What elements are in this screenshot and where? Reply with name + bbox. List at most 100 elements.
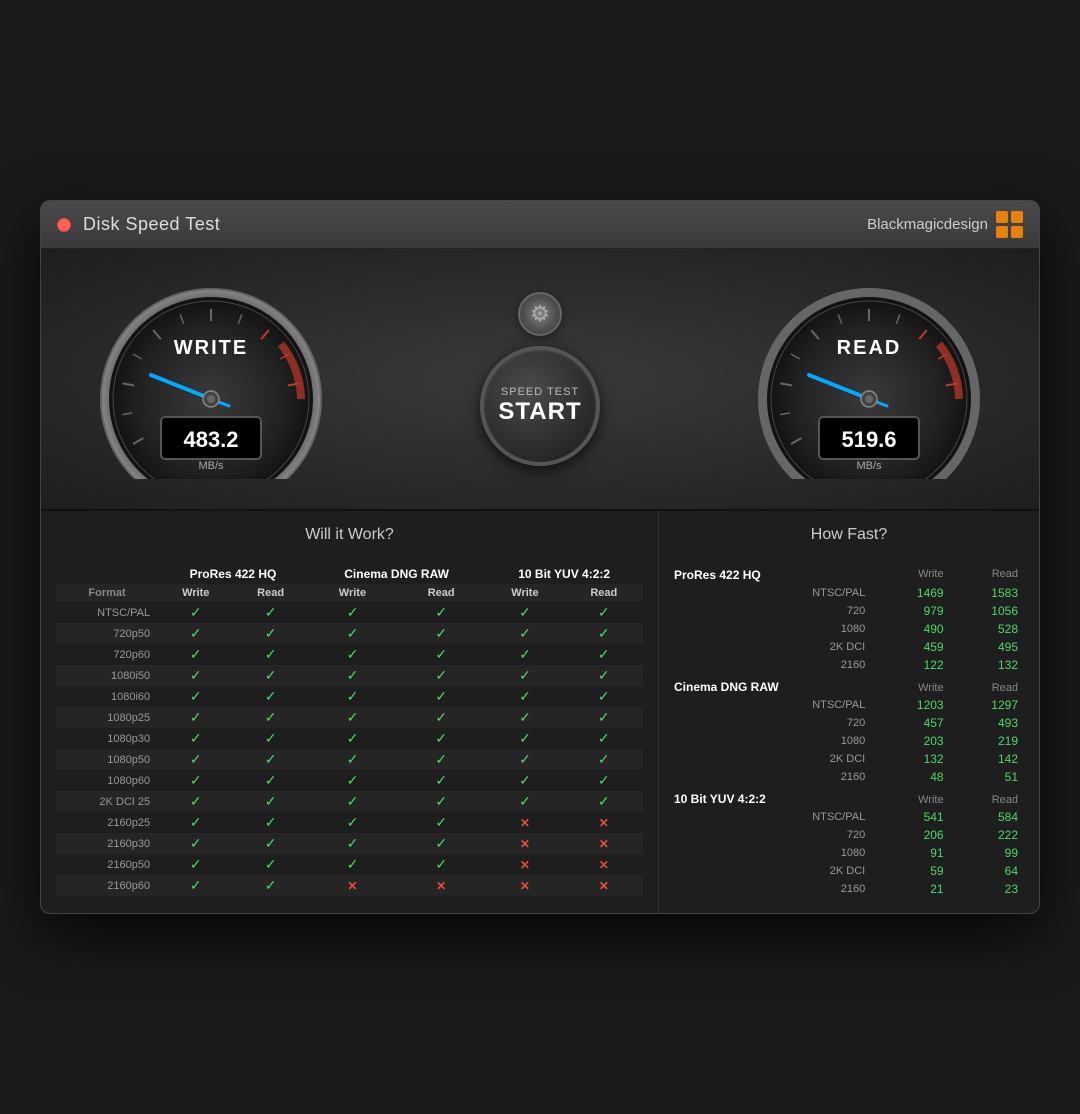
compat-cell: ✓ xyxy=(485,665,564,686)
compat-cell: ✓ xyxy=(485,707,564,728)
check-icon: ✓ xyxy=(435,646,447,662)
compat-cell: ✓ xyxy=(397,854,485,875)
compat-cell: ✕ xyxy=(565,812,643,833)
compat-cell: ✓ xyxy=(397,644,485,665)
check-icon: ✓ xyxy=(265,793,277,809)
compat-row: 720p50✓✓✓✓✓✓ xyxy=(56,623,643,644)
app-window: × Disk Speed Test Blackmagicdesign xyxy=(40,200,1040,914)
cross-icon: ✕ xyxy=(436,879,446,893)
speed-read-col-header: Read xyxy=(950,674,1024,696)
check-icon: ✓ xyxy=(190,772,202,788)
write-gauge-container: WRITE 483 xyxy=(81,279,341,479)
check-icon: ✓ xyxy=(347,604,359,620)
compat-cell: ✓ xyxy=(565,623,643,644)
check-icon: ✓ xyxy=(519,772,531,788)
compat-cell: ✕ xyxy=(397,875,485,896)
speed-row: 2K DCI5964 xyxy=(674,862,1024,880)
compat-cell: ✓ xyxy=(233,812,307,833)
speed-write-value: 206 xyxy=(875,826,949,844)
check-icon: ✓ xyxy=(347,772,359,788)
compat-format-label: 2160p60 xyxy=(56,875,158,896)
check-icon: ✓ xyxy=(435,814,447,830)
check-icon: ✓ xyxy=(347,667,359,683)
check-icon: ✓ xyxy=(519,604,531,620)
compat-cell: ✓ xyxy=(233,665,307,686)
compat-cell: ✓ xyxy=(565,686,643,707)
speed-section-header-row: ProRes 422 HQWriteRead xyxy=(674,564,1024,584)
compat-row: 2K DCI 25✓✓✓✓✓✓ xyxy=(56,791,643,812)
check-icon: ✓ xyxy=(519,646,531,662)
speed-read-value: 1056 xyxy=(950,602,1024,620)
check-icon: ✓ xyxy=(519,688,531,704)
check-icon: ✓ xyxy=(265,877,277,893)
start-button[interactable]: SPEED TEST START xyxy=(480,346,600,466)
compat-cell: ✕ xyxy=(565,875,643,896)
compat-format-label: 1080p25 xyxy=(56,707,158,728)
cross-icon: ✕ xyxy=(520,816,530,830)
check-icon: ✓ xyxy=(435,688,447,704)
speed-format-label: 1080 xyxy=(674,732,875,750)
check-icon: ✓ xyxy=(347,730,359,746)
compat-cell: ✓ xyxy=(308,602,397,623)
compat-row: 2160p25✓✓✓✓✕✕ xyxy=(56,812,643,833)
cross-icon: ✕ xyxy=(520,858,530,872)
check-icon: ✓ xyxy=(519,730,531,746)
compat-cell: ✓ xyxy=(565,791,643,812)
speed-format-label: 2K DCI xyxy=(674,750,875,768)
prores-write-header: Write xyxy=(158,584,233,602)
left-section-header: Will it Work? xyxy=(56,526,643,552)
speed-format-label: 720 xyxy=(674,826,875,844)
compat-row: NTSC/PAL✓✓✓✓✓✓ xyxy=(56,602,643,623)
compat-cell: ✓ xyxy=(308,707,397,728)
compat-format-label: 2160p30 xyxy=(56,833,158,854)
brand-dot-1 xyxy=(996,211,1008,223)
compat-cell: ✓ xyxy=(397,812,485,833)
speed-read-value: 51 xyxy=(950,768,1024,786)
compat-cell: ✓ xyxy=(233,770,307,791)
compat-cell: ✓ xyxy=(565,749,643,770)
check-icon: ✓ xyxy=(190,751,202,767)
app-title: Disk Speed Test xyxy=(83,214,220,235)
check-icon: ✓ xyxy=(598,772,610,788)
check-icon: ✓ xyxy=(190,835,202,851)
compat-format-label: 1080i60 xyxy=(56,686,158,707)
check-icon: ✓ xyxy=(347,814,359,830)
compat-cell: ✓ xyxy=(233,791,307,812)
compat-format-label: 2K DCI 25 xyxy=(56,791,158,812)
start-label-small: SPEED TEST xyxy=(501,386,579,398)
check-icon: ✓ xyxy=(265,646,277,662)
brand-name: Blackmagicdesign xyxy=(867,216,988,233)
brand-dot-2 xyxy=(1011,211,1023,223)
cinema-read-header: Read xyxy=(397,584,485,602)
compat-format-label: 720p50 xyxy=(56,623,158,644)
speed-read-value: 142 xyxy=(950,750,1024,768)
compat-format-label: 2160p25 xyxy=(56,812,158,833)
speed-read-col-header: Read xyxy=(950,564,1024,584)
speed-read-value: 1297 xyxy=(950,696,1024,714)
compat-cell: ✕ xyxy=(308,875,397,896)
read-gauge-container: READ 519.6 MB/s xyxy=(739,279,999,479)
settings-button[interactable]: ⚙ xyxy=(518,292,562,336)
close-button[interactable]: × xyxy=(57,218,71,232)
check-icon: ✓ xyxy=(265,835,277,851)
compat-cell: ✓ xyxy=(308,665,397,686)
compat-head-yuv: 10 Bit YUV 4:2:2 xyxy=(485,564,643,584)
check-icon: ✓ xyxy=(598,751,610,767)
speed-write-value: 459 xyxy=(875,638,949,656)
compat-cell: ✓ xyxy=(308,812,397,833)
speed-row: 2160122132 xyxy=(674,656,1024,674)
compat-cell: ✓ xyxy=(485,770,564,791)
speed-row: NTSC/PAL14691583 xyxy=(674,584,1024,602)
speed-row: 720457493 xyxy=(674,714,1024,732)
compat-cell: ✓ xyxy=(233,833,307,854)
speed-section-name: Cinema DNG RAW xyxy=(674,674,875,696)
compat-cell: ✓ xyxy=(158,854,233,875)
speed-write-value: 21 xyxy=(875,880,949,898)
compat-cell: ✓ xyxy=(158,728,233,749)
check-icon: ✓ xyxy=(598,730,610,746)
compat-format-label: 1080i50 xyxy=(56,665,158,686)
speed-format-label: 2K DCI xyxy=(674,862,875,880)
compat-cell: ✓ xyxy=(397,791,485,812)
speed-write-col-header: Write xyxy=(875,786,949,808)
speed-format-label: NTSC/PAL xyxy=(674,584,875,602)
